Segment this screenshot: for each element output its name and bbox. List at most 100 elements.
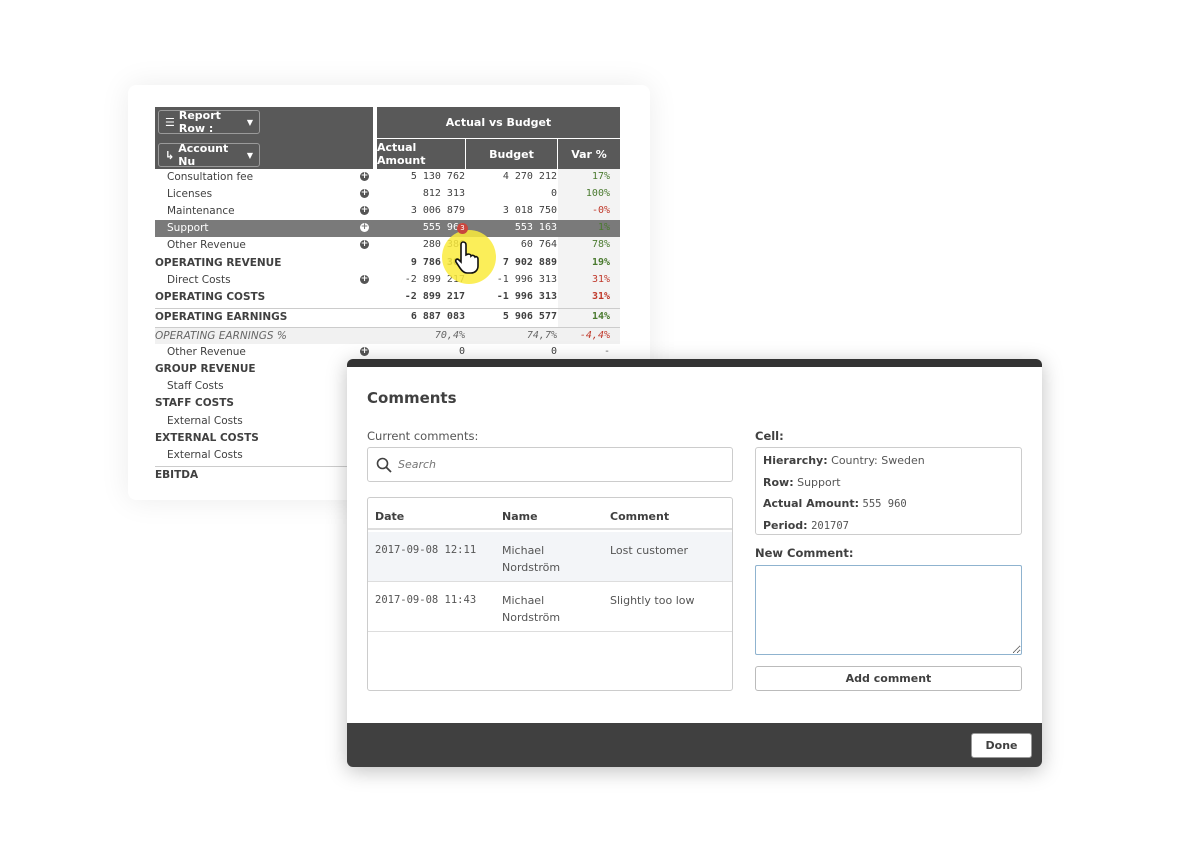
header-comment: Comment	[610, 510, 670, 523]
group-header: Actual vs Budget	[377, 107, 620, 138]
expand-icon[interactable]: +	[360, 189, 369, 198]
col-actual-amount[interactable]: Actual Amount	[377, 139, 465, 169]
comments-table-header: Date Name Comment	[368, 498, 732, 530]
chevron-down-icon: ▼	[246, 117, 253, 127]
row-label: Other Revenue	[167, 346, 246, 358]
table-row[interactable]: 2017-09-08 12:11 Michael Nordström Lost …	[368, 532, 732, 582]
budget-cell[interactable]: 7 902 889	[503, 257, 557, 268]
comment-text: Lost customer	[610, 544, 689, 557]
header-date: Date	[375, 510, 405, 523]
table-row[interactable]: Other Revenue+280 38660 76478%	[155, 237, 620, 254]
cell-info: Hierarchy: Country: Sweden Row: Support …	[755, 447, 1022, 535]
budget-cell[interactable]: -1 996 313	[497, 291, 557, 302]
var-percent-cell[interactable]: 19%	[592, 257, 610, 268]
row-value: Support	[797, 475, 841, 489]
row-label: Staff Costs	[167, 380, 224, 392]
row-label: OPERATING REVENUE	[155, 257, 282, 269]
row-label: Licenses	[167, 188, 213, 200]
budget-cell[interactable]: 553 163	[515, 222, 557, 233]
col-var-percent[interactable]: Var %	[558, 139, 620, 169]
comment-count-badge[interactable]: 3	[457, 223, 468, 234]
col-budget[interactable]: Budget	[466, 139, 557, 169]
hand-pointer-icon	[455, 241, 479, 274]
table-row[interactable]: Maintenance +3 006 879 3 018 750 -0%	[155, 203, 620, 220]
budget-cell[interactable]: 60 764	[521, 239, 557, 250]
account-number-dropdown[interactable]: ↳ Account Nu ▼	[158, 142, 260, 168]
row-label: GROUP REVENUE	[155, 363, 256, 375]
row-label: EXTERNAL COSTS	[155, 432, 259, 444]
budget-cell[interactable]: 0	[551, 346, 557, 357]
var-percent-cell[interactable]: 1%	[598, 222, 610, 233]
add-comment-button[interactable]: Add comment	[755, 666, 1022, 691]
row-label: OPERATING EARNINGS	[155, 311, 288, 323]
done-button[interactable]: Done	[971, 733, 1032, 758]
amount-key: Actual Amount:	[763, 497, 859, 510]
period-value: 201707	[811, 519, 849, 532]
actual-amount-cell[interactable]: 812 313	[423, 188, 465, 199]
actual-amount-cell[interactable]: -2 899 217	[405, 291, 465, 302]
table-row[interactable]: 2017-09-08 11:43 Michael Nordström Sligh…	[368, 582, 732, 632]
expand-icon[interactable]: +	[360, 240, 369, 249]
expand-icon[interactable]: +	[360, 223, 369, 232]
budget-cell[interactable]: 74,7%	[527, 330, 557, 341]
row-key: Row:	[763, 475, 794, 489]
var-percent-cell[interactable]: 100%	[586, 188, 610, 199]
actual-amount-cell[interactable]: 3 006 879	[411, 205, 465, 216]
table-row[interactable]: OPERATING REVENUE 9 786 300 7 902 889 19%	[155, 255, 620, 272]
budget-cell[interactable]: 4 270 212	[503, 171, 557, 182]
row-label: External Costs	[167, 449, 243, 461]
expand-icon[interactable]: +	[360, 172, 369, 181]
comment-text: Slightly too low	[610, 594, 695, 607]
row-label: Maintenance	[167, 205, 235, 217]
var-percent-cell[interactable]: -	[604, 346, 610, 357]
row-label: Other Revenue	[167, 239, 246, 251]
actual-amount-cell[interactable]: 0	[459, 346, 465, 357]
dialog-title: Comments	[367, 389, 457, 407]
row-label: OPERATING EARNINGS %	[155, 330, 287, 342]
comment-date: 2017-09-08 12:11	[375, 544, 477, 556]
hierarchy-icon: ↳	[165, 148, 175, 162]
var-percent-cell[interactable]: 78%	[592, 239, 610, 250]
actual-amount-cell[interactable]: 6 887 083	[411, 311, 465, 322]
chevron-down-icon: ▼	[246, 150, 253, 160]
budget-cell[interactable]: -1 996 313	[497, 274, 557, 285]
var-percent-cell[interactable]: 14%	[592, 311, 610, 322]
hierarchy-value: Country: Sweden	[831, 454, 925, 467]
header-name: Name	[502, 510, 538, 523]
row-label: STAFF COSTS	[155, 397, 234, 409]
budget-cell[interactable]: 5 906 577	[503, 311, 557, 322]
row-label: Support	[167, 222, 209, 234]
table-row[interactable]: Consultation fee +5 130 762 4 270 212 17%	[155, 169, 620, 186]
search-icon	[376, 457, 392, 473]
report-row-dropdown[interactable]: ☰ Report Row : ▼	[158, 109, 260, 135]
table-row[interactable]: OPERATING EARNINGS 6 887 083 5 906 577 14%	[155, 308, 620, 325]
table-row[interactable]: Direct Costs + -2 899 217 -1 996 313 31%	[155, 272, 620, 289]
table-row[interactable]: OPERATING COSTS -2 899 217 -1 996 313 31%	[155, 289, 620, 306]
amount-value: 555 960	[862, 498, 907, 510]
actual-amount-cell[interactable]: 5 130 762	[411, 171, 465, 182]
search-input[interactable]	[396, 457, 716, 472]
new-comment-input[interactable]	[755, 565, 1022, 655]
table-row[interactable]: OPERATING EARNINGS % 70,4% 74,7% -4,4%	[155, 327, 620, 344]
new-comment-label: New Comment:	[755, 546, 854, 560]
comment-name: Michael Nordström	[502, 594, 561, 624]
var-percent-cell[interactable]: 31%	[592, 291, 610, 302]
expand-icon[interactable]: +	[360, 347, 369, 356]
row-label: External Costs	[167, 415, 243, 427]
var-percent-cell[interactable]: -4,4%	[580, 330, 610, 341]
search-box[interactable]	[367, 447, 733, 482]
var-percent-cell[interactable]: 17%	[592, 171, 610, 182]
var-percent-cell[interactable]: -0%	[592, 205, 610, 216]
expand-icon[interactable]: +	[360, 206, 369, 215]
budget-cell[interactable]: 0	[551, 188, 557, 199]
var-percent-cell[interactable]: 31%	[592, 274, 610, 285]
expand-icon[interactable]: +	[360, 275, 369, 284]
comment-name: Michael Nordström	[502, 544, 561, 574]
budget-cell[interactable]: 3 018 750	[503, 205, 557, 216]
actual-amount-cell[interactable]: 70,4%	[435, 330, 465, 341]
current-comments-label: Current comments:	[367, 429, 479, 443]
table-row[interactable]: Support +555 960 553 163 1%	[155, 220, 620, 237]
table-row[interactable]: Licenses +812 313 0 100%	[155, 186, 620, 203]
hierarchy-key: Hierarchy:	[763, 454, 828, 467]
list-icon: ☰	[165, 115, 175, 129]
